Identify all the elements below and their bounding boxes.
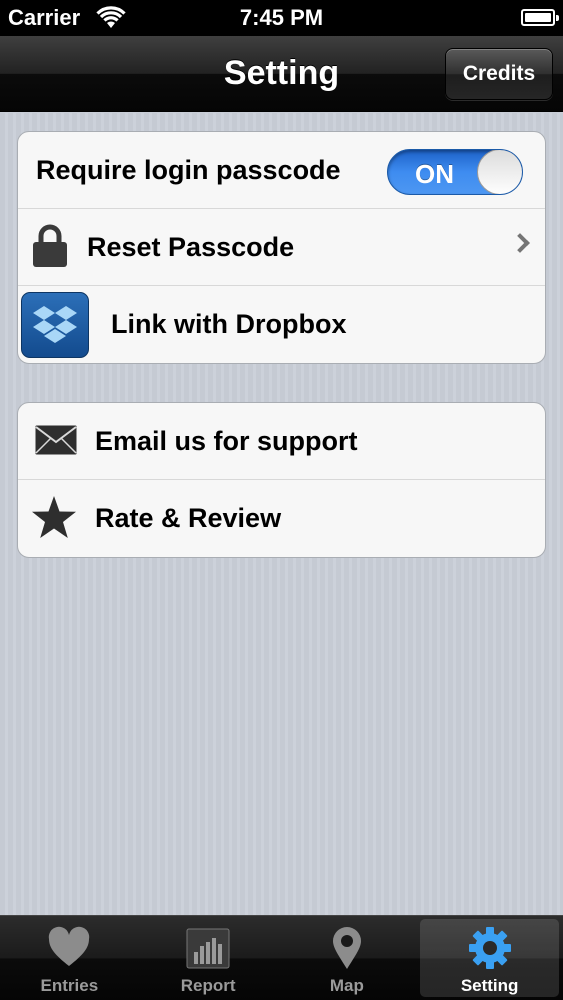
row-label: Require login passcode — [36, 154, 341, 185]
settings-content: Require login passcode ON Reset Passcode — [0, 113, 563, 915]
row-link-dropbox[interactable]: Link with Dropbox — [18, 286, 545, 363]
bar-chart-icon — [186, 928, 230, 969]
tab-map[interactable]: Map — [278, 916, 417, 1000]
battery-icon — [521, 9, 559, 26]
toggle-knob — [477, 150, 522, 194]
tab-label: Setting — [460, 976, 519, 995]
row-label: Email us for support — [95, 425, 358, 456]
dropbox-icon — [21, 292, 89, 358]
row-label: Link with Dropbox — [111, 309, 347, 339]
star-icon — [32, 496, 76, 538]
row-label: Rate & Review — [95, 503, 282, 533]
row-reset-passcode[interactable]: Reset Passcode — [18, 209, 545, 286]
tab-report[interactable]: Report — [139, 916, 278, 1000]
map-pin-icon — [332, 927, 361, 969]
gear-icon — [468, 927, 511, 969]
row-require-passcode: Require login passcode ON — [18, 132, 545, 209]
clock: 7:45 PM — [239, 5, 324, 30]
credits-button[interactable]: Credits — [445, 48, 553, 100]
settings-group-support: Email us for support Rate & Review — [17, 402, 546, 558]
envelope-icon — [35, 425, 77, 455]
settings-group-security: Require login passcode ON Reset Passcode — [17, 131, 546, 364]
chevron-right-icon — [510, 233, 530, 253]
tab-bar: Entries Report Map Setting — [0, 915, 563, 1000]
row-label: Reset Passcode — [87, 231, 295, 262]
row-email-support[interactable]: Email us for support — [18, 403, 545, 480]
lock-icon — [33, 224, 67, 267]
toggle-state-label: ON — [415, 159, 454, 189]
tab-setting[interactable]: Setting — [420, 919, 559, 997]
tab-entries[interactable]: Entries — [0, 916, 139, 1000]
row-rate-review[interactable]: Rate & Review — [18, 480, 545, 557]
status-bar: Carrier 7:45 PM — [0, 0, 563, 36]
heart-icon — [49, 926, 90, 966]
passcode-toggle[interactable]: ON — [387, 149, 523, 195]
navigation-bar: Setting Credits — [0, 36, 563, 112]
tab-label: Report — [180, 976, 236, 995]
tab-label: Map — [329, 976, 364, 995]
dropbox-logo-icon — [33, 306, 77, 343]
tab-label: Entries — [40, 976, 99, 995]
